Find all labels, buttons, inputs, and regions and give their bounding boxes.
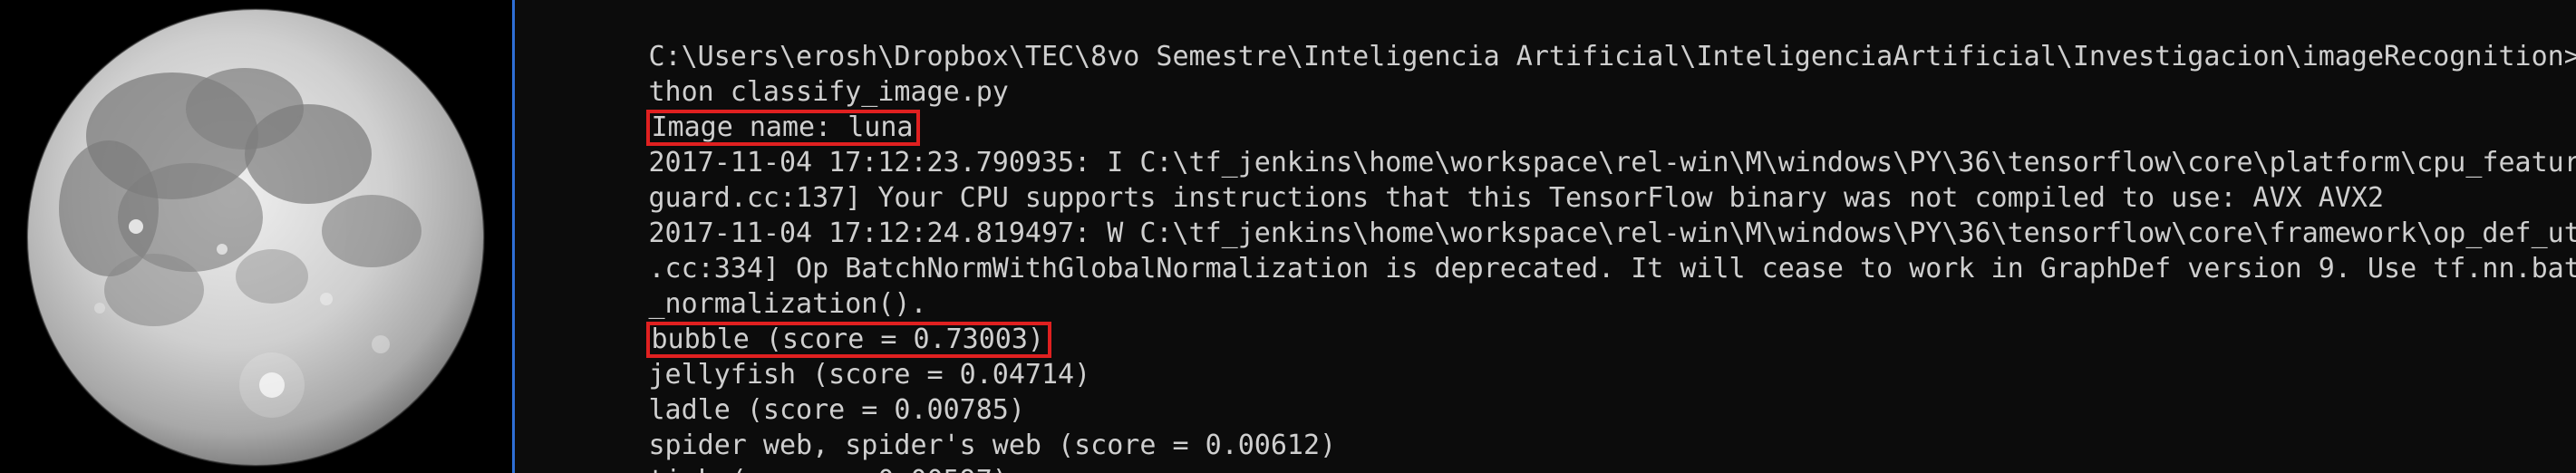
console-text: spider web, spider's web (score = 0.0061… (648, 430, 1337, 461)
screenshot-root: C:\Users\erosh\Dropbox\TEC\8vo Semestre\… (0, 0, 2576, 473)
console-text: ladle (score = 0.00785) (648, 394, 1025, 426)
console-text: thon classify_image.py (648, 76, 1009, 108)
moon-image-panel (0, 0, 512, 473)
highlighted-top-prediction: bubble (score = 0.73003) (645, 322, 1051, 358)
console-text: .cc:334] Op BatchNormWithGlobalNormaliza… (648, 253, 2576, 285)
console-text: tick (score = 0.00597) (649, 465, 1009, 473)
console-output: C:\Users\erosh\Dropbox\TEC\8vo Semestre\… (515, 0, 2576, 473)
console-text: 2017-11-04 17:12:24.819497: W C:\tf_jenk… (648, 217, 2576, 249)
console-text: C:\Users\erosh\Dropbox\TEC\8vo Semestre\… (648, 41, 2576, 72)
console-line-path: C:\Users\erosh\Dropbox\TEC\8vo Semestre\… (515, 4, 2576, 72)
full-moon-photo-icon (0, 0, 512, 473)
highlighted-image-name: Image name: luna (645, 110, 921, 146)
console-text: _normalization(). (648, 288, 927, 320)
console-text: 2017-11-04 17:12:23.790935: I C:\tf_jenk… (648, 147, 2576, 179)
console-text: guard.cc:137] Your CPU supports instruct… (648, 182, 2385, 214)
command-prompt-console[interactable]: C:\Users\erosh\Dropbox\TEC\8vo Semestre\… (512, 0, 2576, 473)
console-text: jellyfish (score = 0.04714) (648, 359, 1091, 391)
